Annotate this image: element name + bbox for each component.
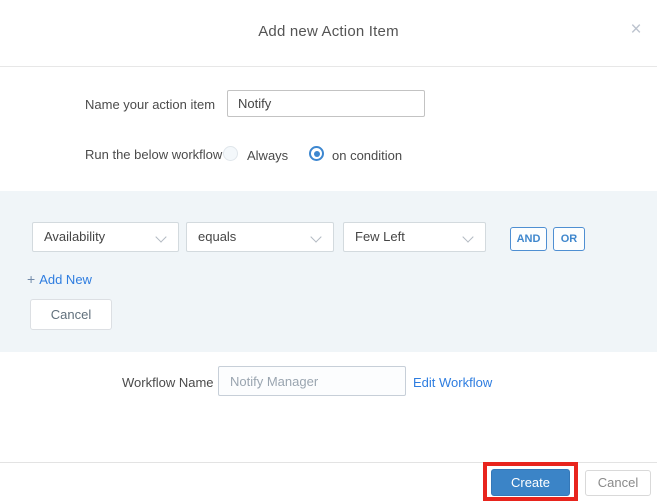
workflow-name-input[interactable] bbox=[218, 366, 406, 396]
footer-cancel-button[interactable]: Cancel bbox=[585, 470, 651, 496]
condition-operator-dropdown[interactable]: equals bbox=[186, 222, 334, 252]
condition-value-dropdown[interactable]: Few Left bbox=[343, 222, 486, 252]
condition-cancel-button[interactable]: Cancel bbox=[30, 299, 112, 330]
header-divider bbox=[0, 66, 657, 67]
and-button[interactable]: AND bbox=[510, 227, 547, 251]
action-item-name-input[interactable] bbox=[227, 90, 425, 117]
condition-field-dropdown[interactable]: Availability bbox=[32, 222, 179, 252]
radio-always[interactable] bbox=[223, 146, 238, 161]
edit-workflow-link[interactable]: Edit Workflow bbox=[413, 375, 492, 390]
condition-field-value: Availability bbox=[44, 229, 106, 244]
radio-selected-dot bbox=[313, 150, 320, 157]
add-new-link[interactable]: + Add New bbox=[27, 271, 92, 287]
radio-always-label[interactable]: Always bbox=[247, 148, 288, 163]
chevron-down-icon bbox=[155, 231, 167, 243]
radio-on-condition-label[interactable]: on condition bbox=[332, 148, 402, 163]
add-new-label: Add New bbox=[39, 272, 92, 287]
plus-icon: + bbox=[27, 271, 36, 287]
chevron-down-icon bbox=[462, 231, 474, 243]
radio-on-condition[interactable] bbox=[309, 146, 324, 161]
footer-divider bbox=[0, 462, 657, 463]
or-button[interactable]: OR bbox=[553, 227, 585, 251]
dialog-title: Add new Action Item bbox=[258, 23, 399, 40]
run-workflow-label: Run the below workflow bbox=[85, 147, 223, 162]
condition-builder-section: Availability equals Few Left AND OR + Add… bbox=[0, 191, 657, 352]
workflow-name-label: Workflow Name bbox=[122, 375, 214, 390]
close-icon[interactable]: × bbox=[625, 19, 647, 41]
chevron-down-icon bbox=[310, 231, 322, 243]
add-action-item-dialog: Add new Action Item × Name your action i… bbox=[0, 0, 657, 501]
create-button[interactable]: Create bbox=[491, 469, 570, 496]
name-field-label: Name your action item bbox=[85, 97, 216, 112]
condition-value-value: Few Left bbox=[355, 229, 405, 244]
condition-operator-value: equals bbox=[198, 229, 237, 244]
